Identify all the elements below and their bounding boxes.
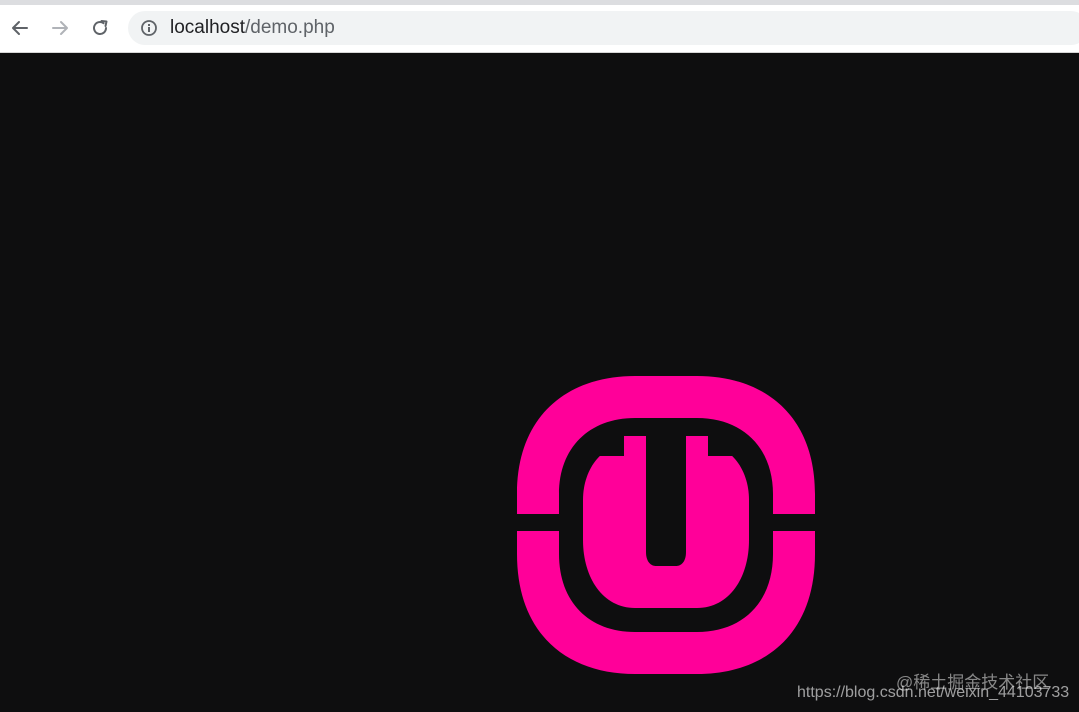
reload-button[interactable] [85,13,115,43]
url-host: localhost [170,17,245,38]
back-button[interactable] [5,13,35,43]
browser-toolbar: localhost/demo.php [0,0,1079,53]
page-viewport: @稀土掘金技术社区 https://blog.csdn.net/weixin_4… [0,53,1079,712]
url-path: /demo.php [245,17,335,38]
arrow-right-icon [52,21,68,35]
url-text[interactable]: localhost/demo.php [170,18,335,38]
wampserver-logo-icon [517,376,815,674]
address-bar[interactable]: localhost/demo.php [128,11,1079,45]
watermark-csdn: https://blog.csdn.net/weixin_44103733 [797,684,1070,701]
info-circle-icon[interactable] [140,19,158,37]
arrow-left-icon [12,21,28,35]
reload-icon [93,20,108,35]
forward-button[interactable] [45,13,75,43]
